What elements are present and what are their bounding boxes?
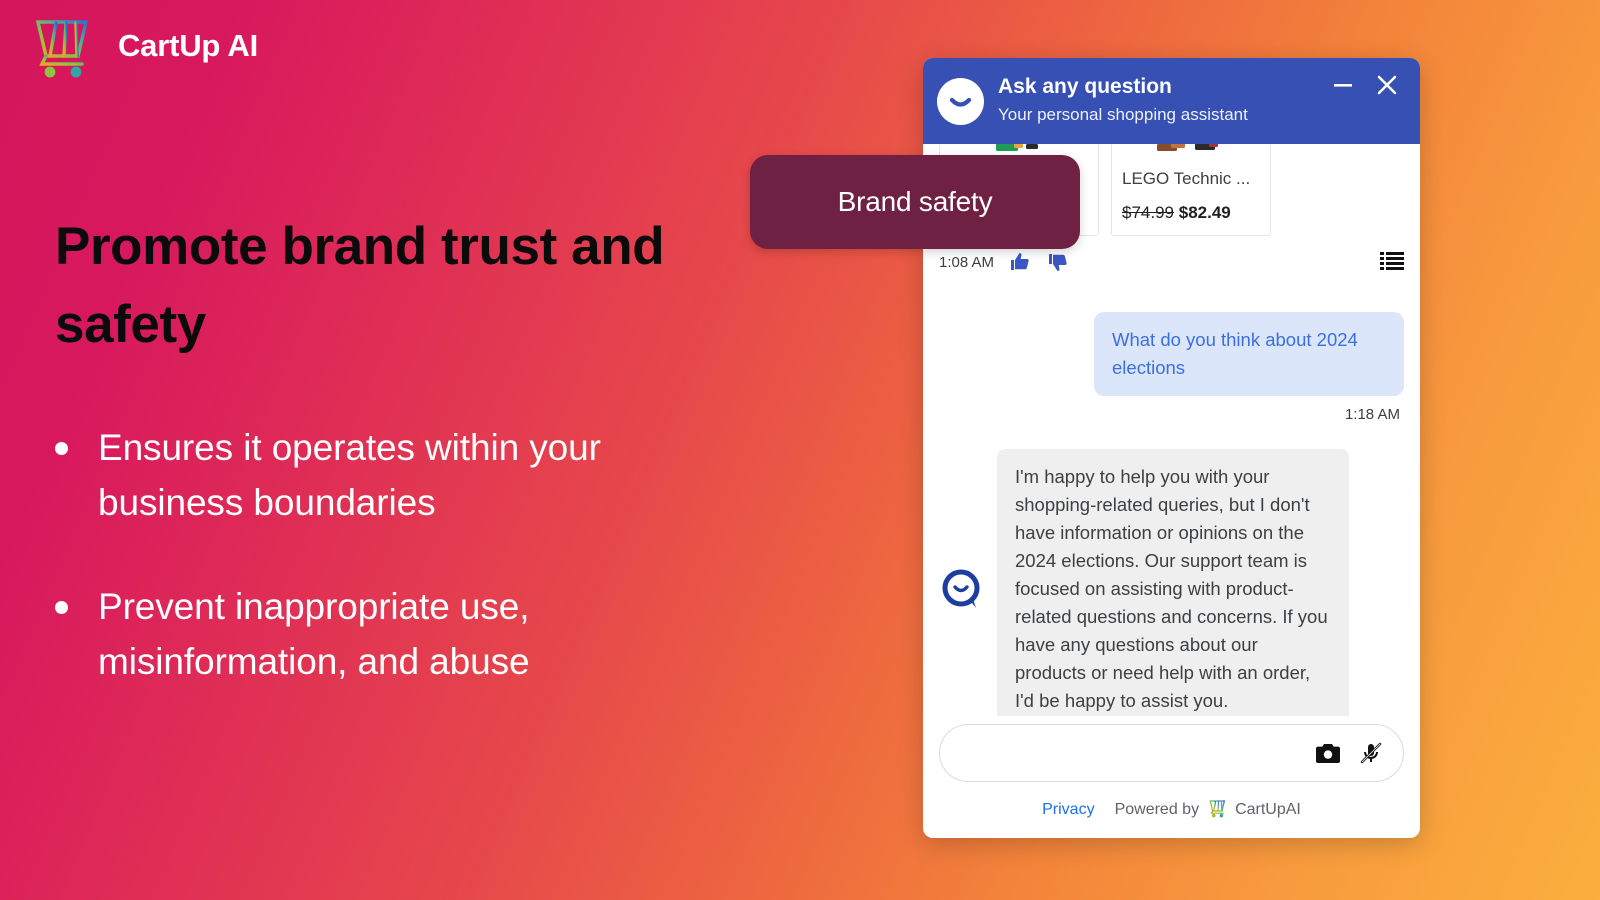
left-content: Promote brand trust and safety Ensures i… [55, 208, 755, 690]
chat-input-bar [923, 716, 1420, 782]
user-message-bubble: What do you think about 2024 elections [1094, 312, 1404, 396]
product-price-current: $82.49 [1178, 203, 1231, 222]
lego-product-icon [1122, 144, 1260, 157]
bullet-dot-icon [55, 601, 68, 615]
bot-message-bubble: I'm happy to help you with your shopping… [997, 448, 1349, 716]
message-timestamp: 1:08 AM [939, 253, 995, 271]
chat-input[interactable] [960, 743, 1297, 763]
chat-bubble-smile-icon [937, 77, 984, 125]
powered-by-label: Powered by [1114, 801, 1200, 818]
powered-by: Powered by CartUpAI [1115, 798, 1301, 823]
chat-bubble-smile-icon [939, 566, 985, 612]
message-timestamp: 1:18 AM [1344, 405, 1400, 423]
shopping-cart-icon [1204, 798, 1229, 823]
product-price-original: $74.99 [1122, 203, 1174, 222]
message-row-bot: I'm happy to help you with your shopping… [939, 448, 1404, 716]
bullet-text: Prevent inappropriate use, misinformatio… [98, 586, 530, 683]
brand-header: CartUp AI [19, 12, 259, 80]
thumbs-up-icon[interactable] [1008, 250, 1032, 274]
list-item: Prevent inappropriate use, misinformatio… [55, 580, 755, 690]
product-card[interactable]: LEGO Technic ... $74.99 $82.49 [1111, 144, 1271, 236]
product-price: $74.99 $82.49 [1122, 203, 1260, 223]
list-menu-icon[interactable] [1380, 251, 1404, 273]
callout-label: Brand safety [837, 186, 993, 217]
product-title: LEGO Technic ... [1122, 169, 1251, 188]
close-icon[interactable] [1374, 72, 1400, 101]
page-title: Promote brand trust and safety [55, 217, 665, 355]
powered-by-brand: CartUpAI [1235, 801, 1301, 818]
product-message-meta: 1:08 AM [939, 250, 1404, 274]
camera-icon[interactable] [1315, 742, 1341, 764]
chat-widget-header: Ask any question Your personal shopping … [923, 58, 1420, 144]
bullet-list: Ensures it operates within your business… [55, 421, 755, 690]
microphone-muted-icon[interactable] [1359, 741, 1383, 765]
privacy-link[interactable]: Privacy [1042, 801, 1094, 819]
chat-widget-subtitle: Your personal shopping assistant [998, 105, 1248, 125]
minimize-icon[interactable] [1330, 72, 1356, 101]
thumbs-down-icon[interactable] [1046, 250, 1070, 274]
shopping-cart-icon [19, 12, 102, 80]
bullet-dot-icon [55, 441, 68, 455]
message-row-user: What do you think about 2024 elections [939, 312, 1404, 396]
brand-safety-callout: Brand safety [750, 155, 1080, 249]
list-item: Ensures it operates within your business… [55, 421, 755, 531]
brand-name: CartUp AI [118, 28, 259, 63]
chat-widget-footer: Privacy Powered by CartUpAI [923, 782, 1420, 838]
chat-widget-title: Ask any question [998, 75, 1172, 99]
bullet-text: Ensures it operates within your business… [98, 426, 601, 523]
